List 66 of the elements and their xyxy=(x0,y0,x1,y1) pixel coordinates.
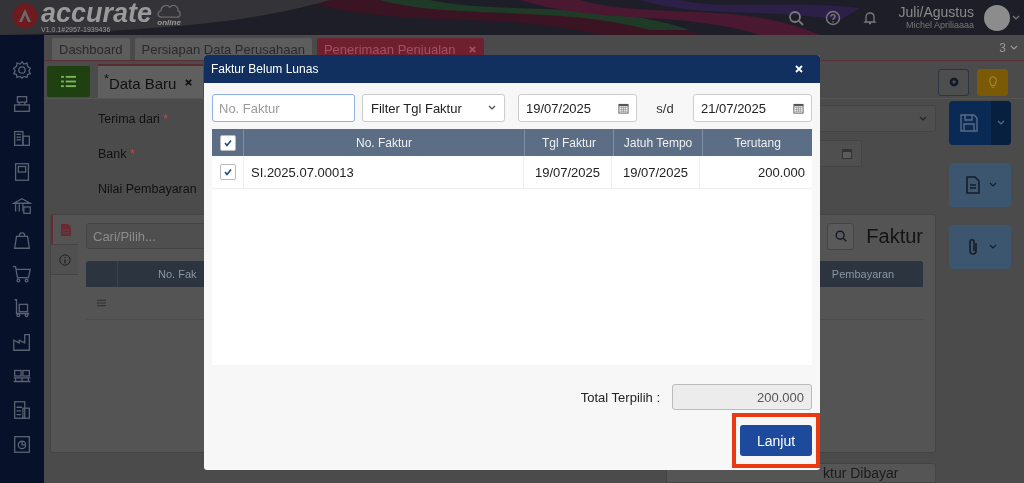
column-header: No. Fak xyxy=(158,268,197,280)
panel-title: Faktur xyxy=(866,224,923,248)
dialog-title: Faktur Belum Lunas xyxy=(211,62,319,76)
bell-icon[interactable] xyxy=(861,9,878,26)
document-button[interactable] xyxy=(949,163,1011,207)
bag-icon[interactable] xyxy=(11,229,33,251)
separator-text: s/d xyxy=(655,100,675,116)
help-icon[interactable] xyxy=(824,9,841,26)
total-label: Total Terpilih : xyxy=(580,389,660,405)
attachment-button[interactable] xyxy=(949,225,1011,269)
filter-dropdown[interactable]: Filter Tgl Faktur xyxy=(362,94,505,122)
table-cell: SI.2025.07.00013 xyxy=(243,156,523,188)
tab-count: 3 xyxy=(999,40,1006,55)
caret-icon xyxy=(989,244,997,250)
field-label: Bank * xyxy=(98,146,136,161)
column-header: Pembayaran xyxy=(830,268,896,280)
tab-count-dropdown[interactable]: 3 xyxy=(999,40,1018,55)
caret-icon xyxy=(488,105,496,111)
field-label: Nilai Pembayaran xyxy=(98,181,198,196)
search-field[interactable]: No. Faktur xyxy=(212,94,355,122)
search-icon xyxy=(833,229,848,243)
logo-subtitle: online xyxy=(157,18,181,27)
table-cell: 19/07/2025 xyxy=(523,156,611,188)
menu-icon[interactable] xyxy=(97,299,106,307)
bank-icon[interactable] xyxy=(11,195,33,217)
calendar-icon[interactable] xyxy=(793,102,804,114)
field-label: Terima dari * xyxy=(98,111,170,126)
info-icon xyxy=(58,252,71,267)
continue-button[interactable]: Lanjut xyxy=(740,425,812,456)
search-icon[interactable] xyxy=(787,9,804,26)
caret-icon xyxy=(919,115,927,122)
caret-icon[interactable] xyxy=(997,120,1005,126)
chart-icon[interactable] xyxy=(11,433,33,455)
user-name: Michel Apriliaaaa xyxy=(905,20,974,30)
select-all-checkbox[interactable] xyxy=(219,134,236,151)
list-icon xyxy=(61,75,76,88)
document-icon xyxy=(59,222,72,237)
calendar-icon[interactable] xyxy=(618,102,629,114)
total-field: 200.000 xyxy=(672,384,812,410)
date-field[interactable]: 19/07/2025 xyxy=(518,94,637,122)
caret-icon[interactable] xyxy=(1012,14,1020,21)
table-cell: 19/07/2025 xyxy=(611,156,699,188)
document-tab[interactable]: $^{*}$Data Baru xyxy=(98,64,204,98)
cart-icon[interactable] xyxy=(11,263,33,285)
logo-icon xyxy=(12,3,38,29)
register-icon[interactable] xyxy=(11,93,33,115)
period-text: Juli/Agustus xyxy=(898,5,974,20)
caret-icon[interactable] xyxy=(1010,44,1018,51)
factory-icon[interactable] xyxy=(11,331,33,353)
cloud-icon xyxy=(155,2,184,18)
list-button[interactable] xyxy=(47,66,90,97)
check-icon xyxy=(222,137,233,148)
date-field[interactable]: 21/07/2025 xyxy=(693,94,812,122)
row-checkbox[interactable] xyxy=(219,164,236,180)
info-tab[interactable] xyxy=(51,245,78,275)
check-icon xyxy=(222,167,233,177)
save-button[interactable] xyxy=(949,101,1011,145)
logo-text: accurate xyxy=(41,0,153,26)
document-icon xyxy=(963,175,983,195)
calendar-icon xyxy=(841,147,853,160)
table-cell: 200.000 xyxy=(699,156,812,188)
search-button[interactable] xyxy=(827,222,855,250)
settings-button[interactable] xyxy=(938,68,969,96)
caret-icon xyxy=(989,182,997,188)
tip-button[interactable] xyxy=(977,68,1008,96)
summary-label: ktur Dibayar xyxy=(823,465,899,481)
